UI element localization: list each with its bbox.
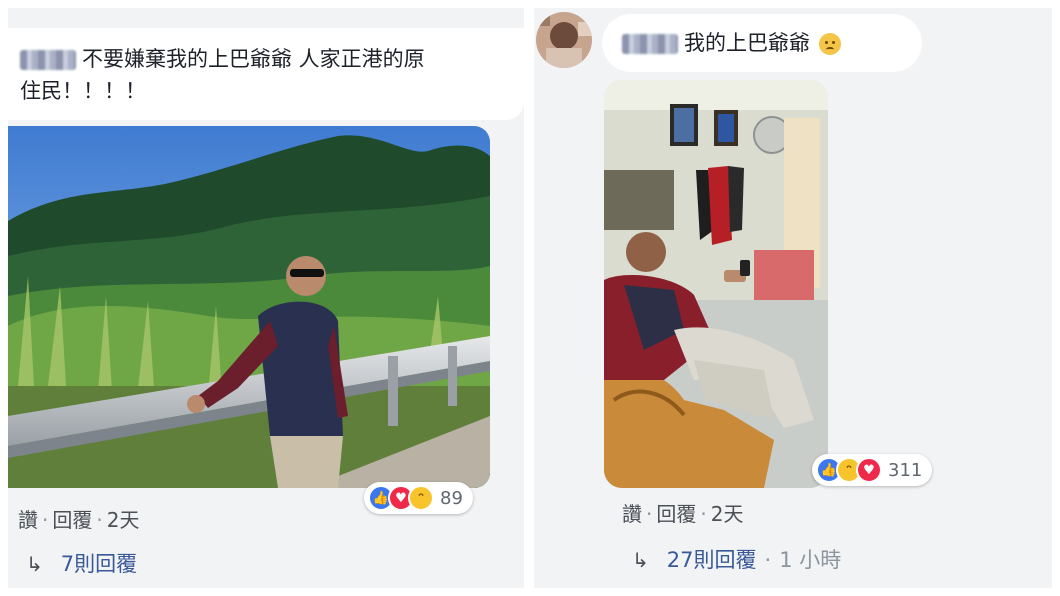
love-icon: ♥	[856, 457, 882, 483]
reaction-summary[interactable]: 👍 ♥ ᵔ 89	[364, 482, 473, 514]
haha-icon: ᵔ	[408, 485, 434, 511]
sad-emoji-icon	[818, 33, 841, 55]
comment-actions: 讚 · 回覆 · 2天	[622, 502, 744, 526]
replies-count[interactable]: 7則回覆	[61, 552, 137, 576]
blurred-commenter-name[interactable]	[622, 34, 678, 54]
reply-arrow-icon: ↳	[632, 548, 649, 572]
view-replies-link[interactable]: ↳ 7則回覆	[26, 548, 137, 578]
reply-time[interactable]: 1 小時	[779, 548, 841, 572]
comment-text-line2: 住民！！！！	[20, 79, 146, 103]
reaction-summary[interactable]: 👍 ᵔ ♥ 311	[812, 454, 933, 486]
reply-link[interactable]: 回覆	[52, 508, 92, 532]
blurred-avatar-image	[536, 12, 592, 68]
like-link[interactable]: 讚	[622, 502, 642, 526]
comment-text-line1: 不要嫌棄我的上巴爺爺 人家正港的原	[82, 47, 425, 71]
reply-arrow-icon: ↳	[26, 552, 43, 576]
reaction-count: 89	[440, 487, 463, 509]
mountain-roadside-photo	[8, 126, 490, 488]
view-replies-link[interactable]: ↳ 27則回覆 · 1 小時	[632, 544, 841, 574]
man-in-chair-photo	[604, 80, 828, 488]
comment-text: 我的上巴爺爺	[684, 31, 810, 55]
comment-time[interactable]: 2天	[711, 502, 744, 526]
reply-link[interactable]: 回覆	[656, 502, 696, 526]
left-comment-panel: 不要嫌棄我的上巴爺爺 人家正港的原 住民！！！！ 👍 ♥ ᵔ 89 讚 · 回覆…	[8, 8, 524, 588]
avatar[interactable]	[536, 12, 592, 68]
comment-photo[interactable]	[8, 126, 490, 488]
comment-time[interactable]: 2天	[107, 508, 140, 532]
comment-photo[interactable]	[604, 80, 828, 488]
comment-actions: 讚 · 回覆 · 2天	[18, 508, 140, 532]
blurred-commenter-name[interactable]	[20, 50, 76, 70]
reaction-count: 311	[888, 459, 923, 481]
comment-bubble: 我的上巴爺爺	[602, 14, 922, 72]
replies-count[interactable]: 27則回覆	[667, 548, 757, 572]
comment-bubble: 不要嫌棄我的上巴爺爺 人家正港的原 住民！！！！	[8, 28, 524, 120]
right-comment-panel: 我的上巴爺爺 👍 ᵔ ♥ 311 讚 · 回覆 · 2天 ↳ 27則回覆 · 1…	[534, 8, 1052, 588]
like-link[interactable]: 讚	[18, 508, 38, 532]
